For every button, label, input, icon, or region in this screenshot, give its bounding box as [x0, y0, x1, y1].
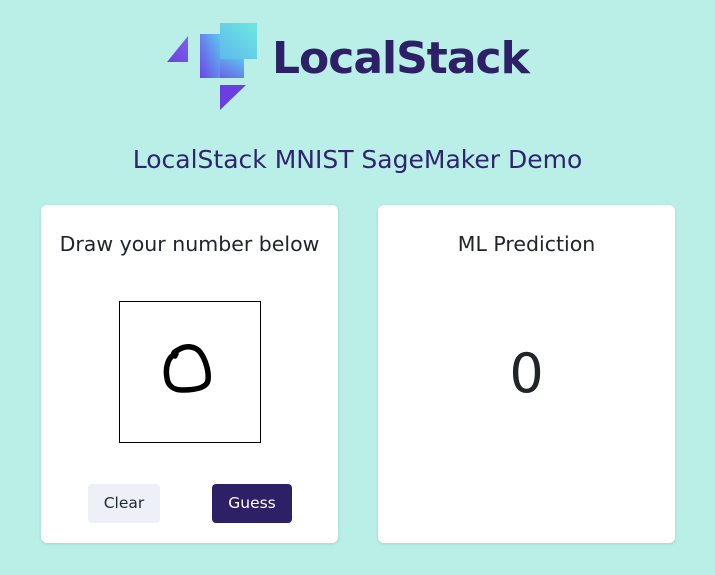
localstack-logo-icon	[167, 23, 257, 110]
prediction-card-title: ML Prediction	[457, 232, 596, 256]
page-title: LocalStack MNIST SageMaker Demo	[132, 145, 583, 174]
guess-button[interactable]: Guess	[212, 484, 292, 523]
draw-card: Draw your number below Clear Guess	[41, 205, 338, 543]
brand-header: LocalStack	[165, 18, 565, 114]
prediction-value: 0	[509, 342, 544, 405]
prediction-card: ML Prediction 0	[378, 205, 675, 543]
clear-button[interactable]: Clear	[88, 484, 160, 523]
draw-card-title: Draw your number below	[59, 232, 320, 256]
drawn-digit-stroke	[163, 344, 211, 393]
brand-name: LocalStack	[272, 33, 530, 84]
drawing-canvas[interactable]	[119, 301, 261, 443]
